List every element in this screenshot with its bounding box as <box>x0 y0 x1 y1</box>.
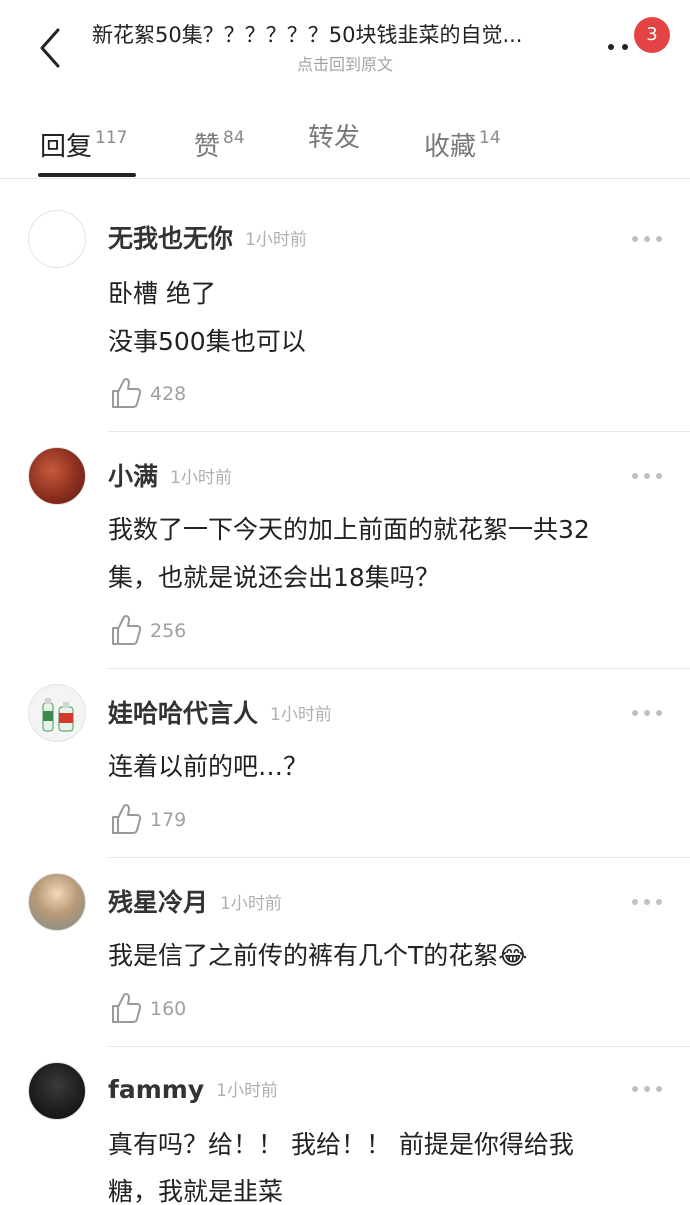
more-dots-icon <box>632 1086 638 1092</box>
tab-favorites[interactable]: 收藏 14 <box>424 116 501 162</box>
thumbs-up-icon <box>112 804 142 834</box>
thumbs-up-icon <box>112 993 142 1023</box>
author-name: 娃哈哈代言人 <box>108 699 259 728</box>
comment-more-button[interactable] <box>632 896 662 908</box>
comments-page: 新花絮50集？？？？？？50块钱韭菜的自觉... 点击回到原文 3 回复 117 … <box>0 0 690 1205</box>
tab-label: 转发 <box>308 123 361 153</box>
comment-text-line: 连着以前的吧…？ <box>108 752 309 781</box>
tab-count: 84 <box>223 128 245 148</box>
tab-bar: 回复 117 赞 84 转发 收藏 14 <box>0 100 690 179</box>
comment-item: 残星冷月 1小时前 我是信了之前传的裤有几个T的花絮😂 160 <box>0 858 690 1047</box>
author-name: 无我也无你 <box>108 224 234 253</box>
comment-time: 1小时前 <box>245 230 307 250</box>
tab-reposts[interactable]: 转发 <box>308 116 360 160</box>
more-dots-icon <box>632 710 638 716</box>
avatar[interactable] <box>28 1062 86 1120</box>
comment-text-line: 卧槽 绝了 <box>108 279 216 308</box>
comment-author[interactable]: fammy 1小时前 <box>108 1073 278 1108</box>
more-options-button[interactable] <box>606 34 636 54</box>
comment-more-button[interactable] <box>632 707 662 719</box>
comment-text-line: 真有吗？给！！ 我给！！ 前提是你得给我 <box>108 1130 574 1159</box>
comment-author[interactable]: 无我也无你 1小时前 <box>108 222 307 257</box>
post-title[interactable]: 新花絮50集？？？？？？50块钱韭菜的自觉... <box>92 18 600 52</box>
comment-more-button[interactable] <box>632 470 662 482</box>
comment-more-button[interactable] <box>632 233 662 245</box>
avatar[interactable] <box>28 447 86 505</box>
comment-more-button[interactable] <box>632 1083 662 1095</box>
top-bar: 新花絮50集？？？？？？50块钱韭菜的自觉... 点击回到原文 3 <box>0 0 690 92</box>
back-to-original-link[interactable]: 点击回到原文 <box>0 52 690 78</box>
tab-count: 117 <box>95 128 128 148</box>
comment-text-line: 集，也就是说还会出18集吗？ <box>108 563 440 592</box>
more-dots-icon <box>632 473 638 479</box>
like-count: 256 <box>150 620 187 642</box>
tab-label: 回复 <box>40 132 93 162</box>
active-tab-indicator <box>38 173 136 177</box>
comment-text-line: 糖，我就是韭菜 <box>108 1177 284 1205</box>
comment-text-line: 我数了一下今天的加上前面的就花絮一共32 <box>108 515 590 544</box>
comment-text-line: 我是信了之前传的裤有几个T的花絮😂 <box>108 941 528 970</box>
author-name: fammy <box>108 1075 205 1104</box>
like-count: 179 <box>150 809 187 831</box>
notification-badge[interactable]: 3 <box>634 17 670 53</box>
avatar[interactable] <box>28 684 86 742</box>
avatar[interactable] <box>28 873 86 931</box>
comment-item: 小满 1小时前 我数了一下今天的加上前面的就花絮一共32 集，也就是说还会出18集… <box>0 432 690 669</box>
comment-author[interactable]: 小满 1小时前 <box>108 460 232 495</box>
more-dots-icon <box>608 44 614 50</box>
comment-author[interactable]: 娃哈哈代言人 1小时前 <box>108 697 332 732</box>
comment-item: fammy 1小时前 真有吗？给！！ 我给！！ 前提是你得给我 糖，我就是韭菜 <box>0 1047 690 1205</box>
like-count: 160 <box>150 998 187 1020</box>
comment-time: 1小时前 <box>220 894 282 914</box>
comment-text-line: 没事500集也可以 <box>108 327 306 356</box>
thumbs-up-icon <box>112 615 142 645</box>
comment-time: 1小时前 <box>216 1081 278 1101</box>
comment-item: 娃哈哈代言人 1小时前 连着以前的吧…？ 179 <box>0 669 690 858</box>
avatar-bottle-image <box>42 698 74 732</box>
tab-label: 收藏 <box>424 132 477 162</box>
tab-label: 赞 <box>194 132 221 162</box>
comment-time: 1小时前 <box>270 705 332 725</box>
tab-replies[interactable]: 回复 117 <box>40 116 128 162</box>
author-name: 小满 <box>108 462 159 491</box>
author-name: 残星冷月 <box>108 888 209 917</box>
tab-count: 14 <box>479 128 501 148</box>
comment-time: 1小时前 <box>170 468 232 488</box>
comment-author[interactable]: 残星冷月 1小时前 <box>108 886 282 921</box>
like-count: 428 <box>150 383 187 405</box>
avatar[interactable] <box>28 210 86 268</box>
more-dots-icon <box>632 899 638 905</box>
comment-item: 无我也无你 1小时前 卧槽 绝了 没事500集也可以 428 <box>0 180 690 432</box>
tab-likes[interactable]: 赞 84 <box>194 116 245 162</box>
more-dots-icon <box>632 236 638 242</box>
thumbs-up-icon <box>112 378 142 408</box>
